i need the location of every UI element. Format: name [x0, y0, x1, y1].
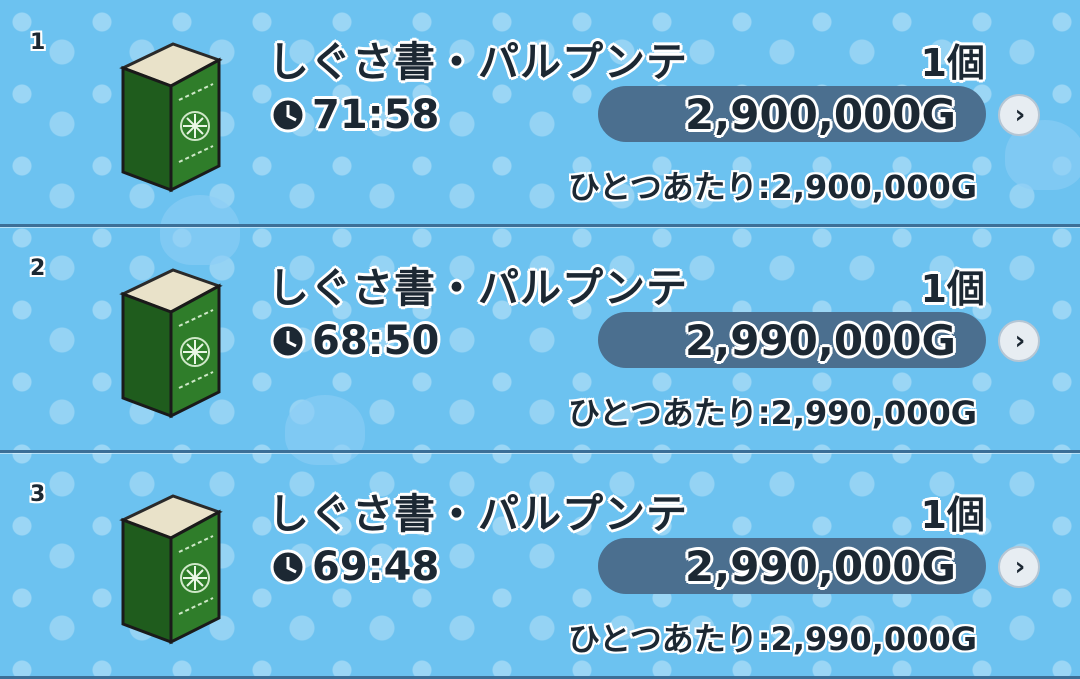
listing-row[interactable]: 3 しぐさ書・パルプンテ 1個 69:48 2,990,000G › ひとつあた… — [0, 452, 1080, 676]
item-name: しぐさ書・パルプンテ — [268, 490, 688, 538]
clock-icon — [270, 97, 306, 133]
price-display: 2,990,000G — [598, 538, 986, 594]
time-remaining: 68:50 — [268, 316, 439, 366]
green-book-icon — [119, 494, 223, 645]
listing-rank: 3 — [30, 482, 46, 507]
listing-row[interactable]: 1 しぐさ書・パルプンテ 1個 71:58 2,900,000G › ひとつあた… — [0, 0, 1080, 224]
price-display: 2,990,000G — [598, 312, 986, 368]
chevron-right-icon: › — [1014, 100, 1026, 130]
item-quantity: 1個 — [920, 493, 985, 537]
green-book-icon — [119, 268, 223, 419]
detail-button[interactable]: › — [998, 94, 1040, 136]
clock-icon — [270, 323, 306, 359]
listing-rank: 1 — [30, 30, 46, 55]
per-unit-price: ひとつあたり:2,990,000G — [568, 394, 977, 432]
time-remaining-text: 69:48 — [312, 544, 440, 590]
price-text: 2,990,000G — [685, 541, 956, 591]
item-name: しぐさ書・パルプンテ — [268, 264, 688, 312]
listing-rank: 2 — [30, 256, 46, 281]
per-unit-price: ひとつあたり:2,900,000G — [568, 168, 977, 206]
price-text: 2,990,000G — [685, 315, 956, 365]
per-unit-price: ひとつあたり:2,990,000G — [568, 620, 977, 658]
green-book-icon — [119, 42, 223, 193]
item-quantity: 1個 — [920, 267, 985, 311]
detail-button[interactable]: › — [998, 320, 1040, 362]
clock-icon — [270, 549, 306, 585]
time-remaining: 71:58 — [268, 90, 439, 140]
time-remaining: 69:48 — [268, 542, 439, 592]
price-display: 2,900,000G — [598, 86, 986, 142]
chevron-right-icon: › — [1014, 326, 1026, 356]
detail-button[interactable]: › — [998, 546, 1040, 588]
listing-row[interactable]: 2 しぐさ書・パルプンテ 1個 68:50 2,990,000G › ひとつあた… — [0, 226, 1080, 450]
price-text: 2,900,000G — [685, 89, 956, 139]
item-quantity: 1個 — [920, 41, 985, 85]
item-name: しぐさ書・パルプンテ — [268, 38, 688, 86]
chevron-right-icon: › — [1014, 552, 1026, 582]
time-remaining-text: 71:58 — [312, 92, 440, 138]
time-remaining-text: 68:50 — [312, 318, 440, 364]
